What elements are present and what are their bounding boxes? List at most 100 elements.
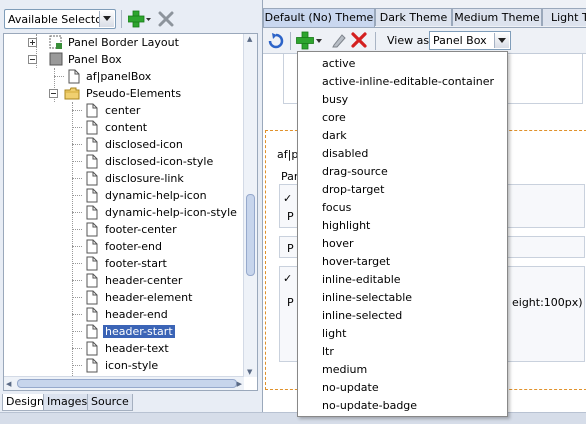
menu-item-disabled[interactable]: disabled xyxy=(322,145,368,163)
tree-connector xyxy=(72,144,82,145)
expand-toggle[interactable] xyxy=(28,38,37,47)
menu-item-focus[interactable]: focus xyxy=(322,199,351,217)
menu-item-dark[interactable]: dark xyxy=(322,127,347,145)
tree-item-footer-center[interactable]: footer-center xyxy=(4,221,244,238)
tree-item-footer-end[interactable]: footer-end xyxy=(4,238,244,255)
tree-connector xyxy=(72,212,82,213)
menu-item-hover[interactable]: hover xyxy=(322,235,354,253)
component-icon xyxy=(49,35,62,49)
tree-item-label: dynamic-help-icon-style xyxy=(105,206,237,219)
tree-horizontal-scrollbar[interactable]: ◀ ▶ xyxy=(4,376,244,390)
tree-item-center[interactable]: center xyxy=(4,102,244,119)
tree-connector xyxy=(72,246,82,247)
menu-item-ltr[interactable]: ltr xyxy=(322,343,334,361)
preview-text: af|p xyxy=(277,148,299,161)
scroll-down-icon[interactable]: ▼ xyxy=(247,368,252,376)
scroll-thumb[interactable] xyxy=(246,194,255,276)
add-pseudo-class-button[interactable] xyxy=(296,31,326,53)
tab-images[interactable]: Images xyxy=(43,394,92,411)
remove-button[interactable] xyxy=(351,32,367,51)
preview-text: P xyxy=(287,210,294,223)
tree-item-header-center[interactable]: header-center xyxy=(4,272,244,289)
scroll-left-icon[interactable]: ◀ xyxy=(6,380,11,388)
preview-text: P xyxy=(287,296,294,309)
tree-item-label: icon-style xyxy=(105,359,159,372)
tree-connector xyxy=(72,161,82,162)
menu-item-inline-editable[interactable]: inline-editable xyxy=(322,271,401,289)
menu-item-drag-source[interactable]: drag-source xyxy=(322,163,388,181)
menu-item-light[interactable]: light xyxy=(322,325,346,343)
tree-connector xyxy=(72,348,82,349)
scroll-up-icon[interactable]: ▲ xyxy=(247,35,252,43)
add-selector-button[interactable] xyxy=(127,10,152,31)
tree-item-label: Panel Border Layout xyxy=(68,36,179,49)
tree-item-panel-box[interactable]: Panel Box xyxy=(4,51,244,68)
tree-item-pseudo-elements[interactable]: Pseudo-Elements xyxy=(4,85,244,102)
chevron-down-icon[interactable] xyxy=(99,11,114,27)
tree-item-label: footer-start xyxy=(105,257,167,270)
toolbar-separator xyxy=(375,32,376,50)
tree-item-icon-style[interactable]: icon-style xyxy=(4,357,244,374)
tree-item-label: header-start xyxy=(103,325,175,338)
tree-item-label: af|panelBox xyxy=(86,70,152,83)
tree-item-header-text[interactable]: header-text xyxy=(4,340,244,357)
tree-item-header-end[interactable]: header-end xyxy=(4,306,244,323)
delete-icon xyxy=(351,32,367,48)
menu-item-hover-target[interactable]: hover-target xyxy=(322,253,390,271)
refresh-button[interactable] xyxy=(267,32,285,53)
theme-tabs: Default (No) Theme Dark Theme Medium The… xyxy=(263,8,586,27)
tab-dark-theme[interactable]: Dark Theme xyxy=(375,8,452,26)
tree-item-panel-border-layout[interactable]: Panel Border Layout xyxy=(4,34,244,51)
tree-item-disclosed-icon-style[interactable]: disclosed-icon-style xyxy=(4,153,244,170)
menu-item-medium[interactable]: medium xyxy=(322,361,367,379)
tree-item-dynamic-help-icon[interactable]: dynamic-help-icon xyxy=(4,187,244,204)
scroll-thumb[interactable] xyxy=(17,379,237,388)
tree-item-label: footer-center xyxy=(105,223,177,236)
tab-medium-theme[interactable]: Medium Theme xyxy=(452,8,542,26)
collapse-toggle[interactable] xyxy=(28,55,37,64)
document-icon xyxy=(86,256,98,271)
chevron-down-icon[interactable] xyxy=(494,33,509,48)
tree-item-dynamic-help-icon-style[interactable]: dynamic-help-icon-style xyxy=(4,204,244,221)
menu-item-active-inline-editable-container[interactable]: active-inline-editable-container xyxy=(322,73,494,91)
edit-button[interactable] xyxy=(331,32,347,51)
menu-item-highlight[interactable]: highlight xyxy=(322,217,370,235)
menu-item-active[interactable]: active xyxy=(322,55,355,73)
menu-item-inline-selectable[interactable]: inline-selectable xyxy=(322,289,412,307)
menu-item-busy[interactable]: busy xyxy=(322,91,348,109)
menu-item-core[interactable]: core xyxy=(322,109,346,127)
menu-item-no-update-badge[interactable]: no-update-badge xyxy=(322,397,417,415)
tree-item-label: disclosure-link xyxy=(105,172,184,185)
tree-item-disclosed-icon[interactable]: disclosed-icon xyxy=(4,136,244,153)
tree-item-label: Panel Box xyxy=(68,53,122,66)
tree-item-content[interactable]: content xyxy=(4,119,244,136)
tree-vertical-scrollbar[interactable]: ▲ ▼ xyxy=(243,34,257,377)
tab-design[interactable]: Design xyxy=(2,394,48,411)
available-selectors-dropdown[interactable]: Available Selectors xyxy=(4,9,116,29)
document-icon xyxy=(86,290,98,305)
tab-source[interactable]: Source xyxy=(87,394,133,411)
preview-text: eight:100px) xyxy=(512,296,583,309)
menu-item-drop-target[interactable]: drop-target xyxy=(322,181,384,199)
tab-default-theme[interactable]: Default (No) Theme xyxy=(263,8,375,27)
menu-item-inline-selected[interactable]: inline-selected xyxy=(322,307,402,325)
view-as-dropdown[interactable]: Panel Box xyxy=(429,31,511,50)
menu-item-no-update[interactable]: no-update xyxy=(322,379,379,397)
scroll-right-icon[interactable]: ▶ xyxy=(237,380,242,388)
tree-connector xyxy=(72,365,82,366)
delete-icon xyxy=(158,11,174,27)
document-icon xyxy=(86,205,98,220)
tree-connector xyxy=(54,76,64,77)
tree-item-disclosure-link[interactable]: disclosure-link xyxy=(4,170,244,187)
tree-connector xyxy=(72,263,82,264)
tree-item-label: Pseudo-Elements xyxy=(86,87,182,100)
tab-light-theme[interactable]: Light Th xyxy=(542,8,586,26)
delete-selector-button[interactable] xyxy=(158,11,174,30)
tree-item-label: dynamic-help-icon xyxy=(105,189,207,202)
tree-item-footer-start[interactable]: footer-start xyxy=(4,255,244,272)
selector-toolbar: Available Selectors xyxy=(0,8,262,32)
tree-item-header-element[interactable]: header-element xyxy=(4,289,244,306)
collapse-toggle[interactable] xyxy=(49,89,58,98)
tree-item-af-panelbox[interactable]: af|panelBox xyxy=(4,68,244,85)
tree-item-header-start[interactable]: header-start xyxy=(4,323,244,340)
